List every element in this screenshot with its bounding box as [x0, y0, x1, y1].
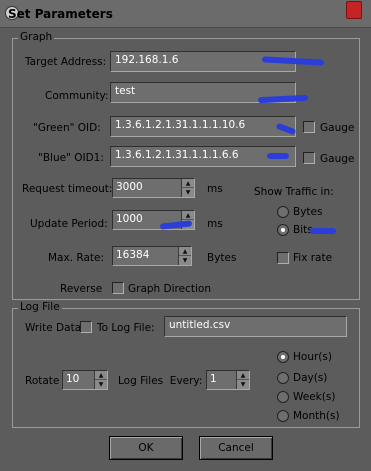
- green-oid-input[interactable]: 1.3.6.1.2.1.31.1.1.1.10.6: [110, 116, 296, 137]
- spin-down-icon[interactable]: ▼: [95, 380, 107, 389]
- every-spin-buttons[interactable]: ▲ ▼: [236, 371, 249, 389]
- graph-direction-label: Graph Direction: [128, 283, 211, 295]
- cancel-button[interactable]: Cancel: [199, 436, 273, 460]
- spin-up-icon[interactable]: ▲: [237, 371, 249, 380]
- redaction-mark: [310, 228, 336, 234]
- max-rate-value: 16384: [116, 249, 150, 261]
- fix-rate-checkbox[interactable]: [277, 252, 289, 264]
- reverse-label: Reverse: [60, 283, 103, 295]
- weeks-label: Week(s): [293, 391, 336, 403]
- request-timeout-unit: ms: [207, 183, 223, 195]
- request-timeout-label: Request timeout:: [22, 183, 113, 195]
- max-rate-spin-buttons[interactable]: ▲ ▼: [178, 247, 191, 265]
- days-radio[interactable]: [277, 372, 289, 384]
- spin-up-icon[interactable]: ▲: [182, 211, 194, 220]
- max-rate-label: Max. Rate:: [48, 252, 104, 264]
- log-file-input[interactable]: untitled.csv: [164, 316, 347, 337]
- blue-oid-label: "Blue" OID1:: [38, 152, 104, 164]
- graph-direction-checkbox[interactable]: [112, 282, 124, 294]
- window-title: Set Parameters: [8, 7, 113, 21]
- green-gauge-label: Gauge: [320, 122, 355, 134]
- traffic-bytes-label: Bytes: [293, 206, 323, 218]
- months-label: Month(s): [293, 410, 340, 422]
- to-log-file-label: To Log File:: [97, 322, 155, 334]
- close-button[interactable]: [346, 1, 362, 19]
- spin-up-icon[interactable]: ▲: [182, 179, 194, 188]
- update-period-unit: ms: [207, 218, 223, 230]
- green-gauge-checkbox[interactable]: [303, 121, 315, 133]
- green-oid-label: "Green" OID:: [33, 122, 101, 134]
- max-rate-unit: Bytes: [207, 252, 237, 264]
- hours-radio[interactable]: [277, 351, 289, 363]
- spin-down-icon[interactable]: ▼: [182, 188, 194, 197]
- request-timeout-value: 3000: [116, 181, 143, 193]
- fix-rate-label: Fix rate: [293, 252, 333, 264]
- to-log-file-checkbox[interactable]: [80, 321, 92, 333]
- target-address-label: Target Address:: [25, 56, 107, 68]
- traffic-bits-radio[interactable]: [277, 224, 289, 236]
- ok-button[interactable]: OK: [109, 436, 183, 460]
- rotate-value: 10: [66, 373, 80, 385]
- graph-group-label: Graph: [18, 31, 55, 43]
- traffic-bytes-radio[interactable]: [277, 206, 289, 218]
- spin-down-icon[interactable]: ▼: [179, 256, 191, 265]
- spin-up-icon[interactable]: ▲: [179, 247, 191, 256]
- months-radio[interactable]: [277, 410, 289, 422]
- blue-gauge-label: Gauge: [320, 153, 355, 165]
- blue-gauge-checkbox[interactable]: [303, 152, 315, 164]
- update-period-value: 1000: [116, 213, 143, 225]
- show-traffic-label: Show Traffic in:: [254, 186, 334, 198]
- request-timeout-spin-buttons[interactable]: ▲ ▼: [181, 179, 194, 197]
- spin-up-icon[interactable]: ▲: [95, 371, 107, 380]
- log-file-group-label: Log File: [18, 301, 62, 313]
- log-files-every-label: Log Files Every:: [118, 375, 203, 387]
- community-label: Community:: [45, 90, 109, 102]
- days-label: Day(s): [293, 372, 328, 384]
- rotate-label: Rotate: [25, 375, 60, 387]
- every-value: 1: [210, 373, 217, 385]
- rotate-spin-buttons[interactable]: ▲ ▼: [94, 371, 107, 389]
- write-data-label: Write Data: [25, 322, 82, 334]
- spin-down-icon[interactable]: ▼: [237, 380, 249, 389]
- weeks-radio[interactable]: [277, 391, 289, 403]
- hours-label: Hour(s): [293, 351, 332, 363]
- redaction-mark: [267, 153, 289, 159]
- update-period-label: Update Period:: [30, 218, 108, 230]
